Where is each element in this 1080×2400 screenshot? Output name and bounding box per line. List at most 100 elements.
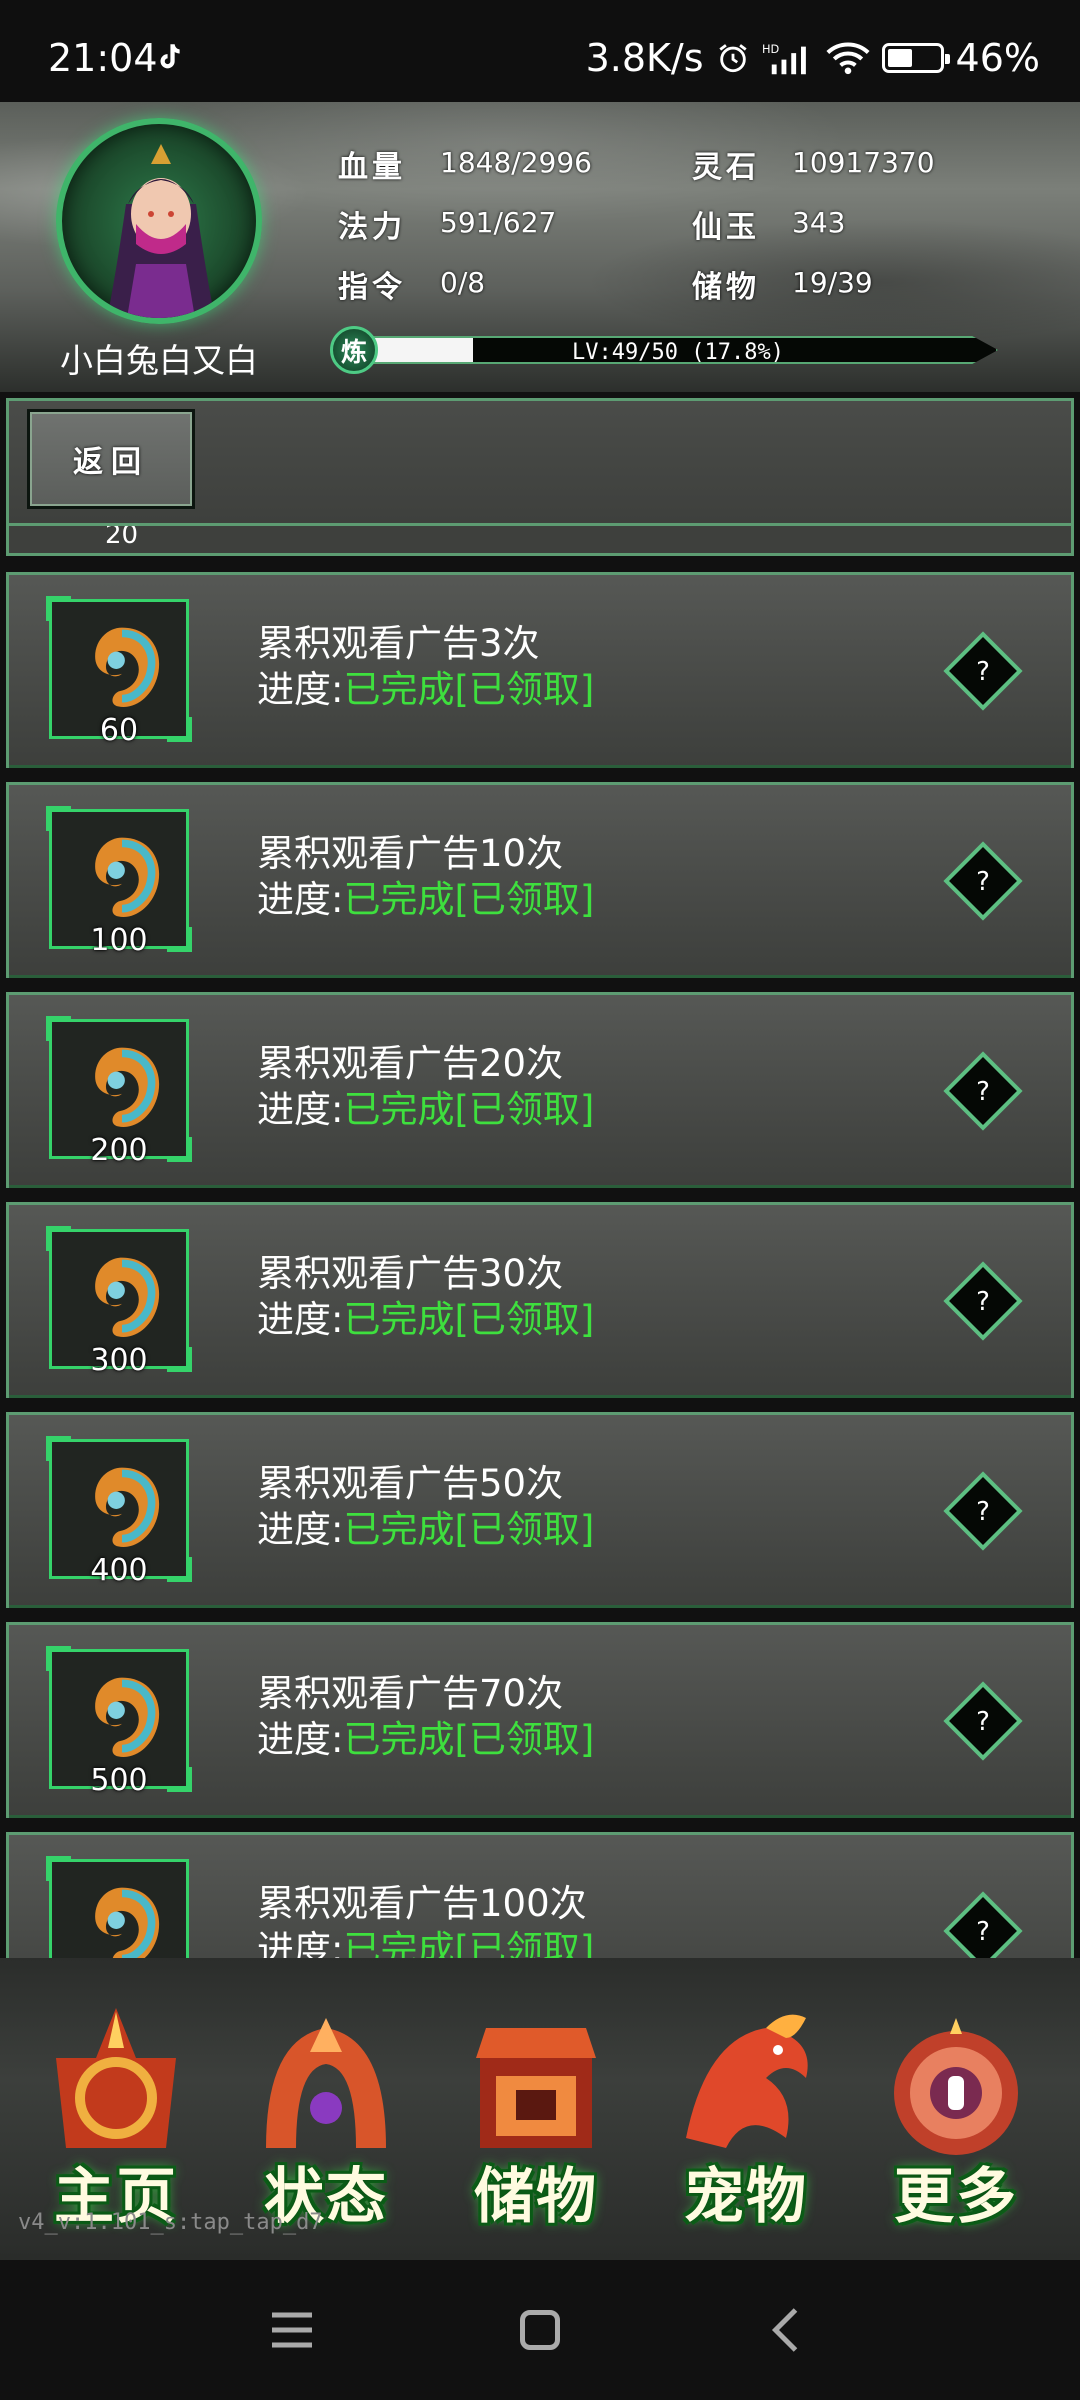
more-icon [894,2018,1018,2155]
reward-quantity: 60 [99,713,139,748]
reward-quantity: 200 [90,1133,148,1168]
task-progress: 进度:已完成[已领取] [257,1709,594,1763]
help-button[interactable]: ? [939,1257,1027,1345]
svg-text:HD: HD [762,42,780,56]
reward-slot[interactable]: 300 [46,1226,192,1378]
spirit-gem-icon [95,1467,160,1547]
jade-label: 仙玉 [692,210,760,245]
storage-icon [476,2028,596,2148]
progress-status: 已完成[已领取] [343,1088,595,1131]
progress-label: 进度: [257,878,344,921]
spirit-gem-icon [95,1677,160,1757]
task-row: 60 累积观看广告3次 进度:已完成[已领取]? [6,572,1074,768]
hp-label: 血量 [338,150,406,185]
mp-label: 法力 [338,210,406,245]
spirit-gem-icon [95,1047,160,1127]
nav-status[interactable]: 状态 [236,1998,416,2238]
task-progress: 进度:已完成[已领取] [257,1289,594,1343]
help-button[interactable]: ? [939,837,1027,925]
spirit-gem-icon [95,1887,160,1958]
reward-slot[interactable]: 200 [46,1016,192,1168]
system-nav-bar [0,2260,1080,2400]
help-button[interactable]: ? [939,1887,1027,1958]
stone-value: 10917370 [792,146,935,179]
reward-slot[interactable]: 60 [46,596,192,748]
level-progress-bar: LV:49/50 (17.8%) 炼 [330,326,1030,374]
storage-value: 19/39 [792,266,873,299]
reward-slot[interactable]: 500 [46,1646,192,1798]
help-button[interactable]: ? [939,627,1027,715]
help-button-label: ? [976,1287,990,1317]
clock: 21:04 [48,36,158,80]
progress-label: 进度: [257,1508,344,1551]
alarm-icon [718,44,747,73]
jade-value: 343 [792,206,846,239]
progress-status: 已完成[已领取] [343,1718,595,1761]
version-text: v4_v:1.101_s:tap_tap_d7 [18,2210,323,2235]
task-progress: 进度:已完成[已领取] [257,1919,594,1958]
home-square-icon[interactable] [510,2300,570,2360]
help-button[interactable]: ? [939,1677,1027,1765]
avatar[interactable] [56,118,262,324]
reward-quantity: 100 [90,923,148,958]
spirit-gem-icon [95,1257,160,1337]
back-icon[interactable] [758,2300,818,2360]
level-text: LV:49/50 (17.8%) [572,340,784,365]
menu-icon[interactable] [262,2300,322,2360]
task-list[interactable]: 20 60 累积观看广告3次 进度:已完成[已领取]? 100 累积观看广告10次 进度:… [0,526,1080,1958]
reward-slot[interactable] [46,1856,189,1958]
progress-label: 进度: [257,1928,344,1958]
nav-more-label: 更多 [894,2162,1018,2232]
task-row: 400 累积观看广告50次 进度:已完成[已领取]? [6,1412,1074,1608]
nav-more[interactable]: 更多 [866,1998,1046,2238]
task-progress: 进度:已完成[已领取] [257,1499,594,1553]
level-progress-track: LV:49/50 (17.8%) [358,336,998,364]
nav-pet-label: 宠物 [684,2162,808,2232]
progress-label: 进度: [257,1088,344,1131]
progress-status: 已完成[已领取] [343,668,595,711]
help-button-label: ? [976,1917,990,1947]
tiktok-icon [160,44,180,69]
help-button-label: ? [976,867,990,897]
spirit-gem-icon [95,627,160,707]
progress-status: 已完成[已领取] [343,1298,595,1341]
help-button[interactable]: ? [939,1047,1027,1135]
status-bar: 21:04 3.8K/s HD 46% [0,0,1080,102]
reward-slot[interactable]: 400 [46,1436,192,1588]
task-row: 100 累积观看广告10次 进度:已完成[已领取]? [6,782,1074,978]
reward-quantity: 400 [90,1553,148,1588]
hp-value: 1848/2996 [440,146,592,179]
task-progress: 进度:已完成[已领取] [257,659,594,713]
back-bar: 返回 [6,398,1074,526]
progress-label: 进度: [257,1298,344,1341]
nav-storage-label: 储物 [474,2162,598,2232]
help-button-label: ? [976,1077,990,1107]
pet-icon [686,2014,808,2148]
nav-home[interactable]: 主页 [26,1998,206,2238]
reward-quantity: 20 [105,526,139,550]
battery-icon [881,43,950,73]
list-item-partial: 20 [6,526,1074,556]
back-button[interactable]: 返回 [27,409,195,509]
help-button-label: ? [976,1497,990,1527]
status-icons: 3.8K/s HD 46% [586,36,1040,80]
mp-value: 591/627 [440,206,557,239]
progress-label: 进度: [257,1718,344,1761]
progress-status: 已完成[已领取] [343,878,595,921]
nav-pet[interactable]: 宠物 [656,1998,836,2238]
task-progress: 进度:已完成[已领取] [257,869,594,923]
level-badge: 炼 [330,326,378,374]
stone-label: 灵石 [692,150,760,185]
reward-slot[interactable]: 100 [46,806,192,958]
status-icon [266,2018,386,2148]
network-speed: 3.8K/s [585,36,704,80]
help-button-label: ? [976,657,990,687]
help-button[interactable]: ? [939,1467,1027,1555]
cmd-value: 0/8 [440,266,486,299]
help-button-label: ? [976,1707,990,1737]
progress-label: 进度: [257,668,344,711]
reward-quantity: 300 [90,1343,148,1378]
nav-storage[interactable]: 储物 [446,1998,626,2238]
character-portrait [107,144,215,318]
hd-signal-icon: HD [762,42,806,75]
